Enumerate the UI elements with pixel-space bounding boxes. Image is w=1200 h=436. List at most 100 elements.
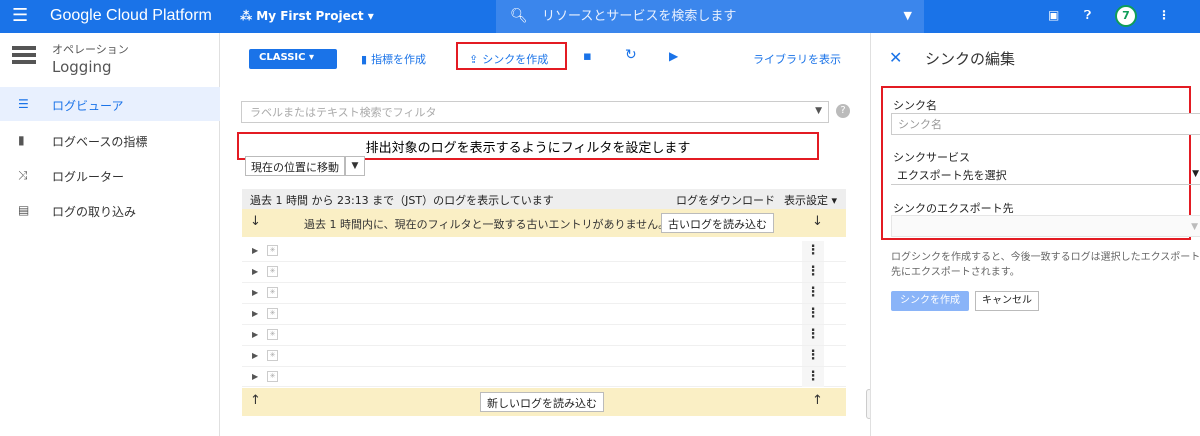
expand-icon[interactable]: ▶ [252, 288, 258, 297]
expand-icon[interactable]: ▶ [252, 330, 258, 339]
chevron-down-icon[interactable]: ▼ [815, 106, 822, 116]
help-icon[interactable]: ❓︎ [1084, 8, 1091, 23]
close-icon[interactable]: ✕ [889, 48, 902, 67]
section-title: Logging [52, 58, 112, 76]
goto-now-button[interactable]: 現在の位置に移動 [245, 156, 345, 176]
sink-description: ログシンクを作成すると、今後一致するログは選択したエクスポート先にエクスポートさ… [891, 252, 1200, 278]
sink-destination-select[interactable]: ▼ [891, 215, 1200, 237]
arrow-down-icon: ↓ [812, 214, 823, 229]
panel-title: シンクの編集 [925, 50, 1016, 68]
log-row[interactable]: ▶ ✳ ⋮ [242, 367, 846, 387]
hamburger-menu-icon[interactable]: ☰ [12, 7, 28, 25]
sidebar-item-log-router[interactable]: ⤨ ログルーター [0, 158, 220, 192]
severity-icon: ✳ [267, 329, 278, 340]
log-row[interactable]: ▶ ✳ ⋮ [242, 241, 846, 262]
cloud-shell-icon[interactable]: ▣ [1048, 8, 1059, 22]
main-content: CLASSIC ▾ ▮ 指標を作成 ⇪ シンクを作成 ▪ ↻ ▶ ライブラリを表示 … [221, 33, 872, 436]
create-metric-button[interactable]: ▮ 指標を作成 [361, 51, 426, 67]
chevron-down-icon[interactable]: ▼ [904, 9, 912, 22]
more-vert-icon[interactable]: ⋮ [802, 262, 824, 282]
more-vert-icon[interactable]: ⋮ [802, 241, 824, 261]
edit-sink-panel: ✕ シンクの編集 シンク名 シンクサービス エクスポート先を選択▼ シンクのエク… [870, 33, 1200, 436]
cancel-button[interactable]: キャンセル [975, 291, 1039, 311]
create-sink-button[interactable]: ⇪ シンクを作成 [469, 51, 548, 67]
create-sink-label: シンクを作成 [482, 53, 549, 66]
upload-icon: ⇪ [469, 53, 479, 66]
display-settings-button[interactable]: 表示設定 ▾ [784, 192, 837, 208]
app-brand[interactable]: Google Cloud Platform [50, 7, 212, 25]
search-icon: 🔍︎ [510, 8, 528, 24]
annotation-text: 排出対象のログを表示するようにフィルタを設定します [365, 141, 691, 156]
more-vert-icon[interactable]: ⋮ [802, 325, 824, 345]
log-row[interactable]: ▶ ✳ ⋮ [242, 283, 846, 304]
sink-destination-label: シンクのエクスポート先 [893, 202, 1014, 215]
play-icon[interactable]: ▶ [669, 49, 678, 63]
log-row[interactable]: ▶ ✳ ⋮ [242, 304, 846, 325]
sidebar-item-log-ingestion[interactable]: ▤ ログの取り込み [0, 193, 220, 227]
logging-icon [12, 46, 36, 70]
expand-icon[interactable]: ▶ [252, 372, 258, 381]
filter-bar[interactable]: ▼ [241, 101, 829, 123]
load-old-logs-button[interactable]: 古いログを読み込む [661, 213, 774, 233]
chevron-down-icon: ▼ [1191, 222, 1198, 232]
severity-icon: ✳ [267, 371, 278, 382]
severity-icon: ✳ [267, 308, 278, 319]
new-logs-banner: ↑ 新しいログを読み込む ↑ [242, 388, 846, 416]
sidebar-item-logs-viewer[interactable]: ☰ ログビューア [0, 87, 220, 121]
project-selector[interactable]: ⁂ My First Project ▾ [240, 9, 374, 23]
display-settings-label: 表示設定 [784, 194, 828, 207]
classic-label: CLASSIC [259, 52, 306, 63]
sidebar-item-label: ログルーター [52, 170, 125, 184]
help-icon[interactable]: ? [836, 104, 850, 118]
list-icon: ☰ [18, 97, 29, 111]
sink-name-label: シンク名 [893, 99, 937, 112]
old-logs-banner: ↓ 過去 1 時間内に、現在のフィルタと一致する古いエントリがありません。 古い… [242, 209, 846, 237]
download-logs-link[interactable]: ログをダウンロード [676, 192, 775, 208]
more-vert-icon[interactable]: ⋮ [1158, 8, 1170, 22]
more-vert-icon[interactable]: ⋮ [802, 346, 824, 366]
shuffle-icon: ⤨ [18, 168, 28, 182]
refresh-icon[interactable]: ↻ [625, 47, 637, 63]
top-app-bar: ☰ Google Cloud Platform ⁂ My First Projec… [0, 0, 1200, 33]
classic-dropdown-button[interactable]: CLASSIC ▾ [249, 49, 337, 69]
goto-dropdown-button[interactable]: ▼ [345, 156, 365, 176]
load-new-logs-button[interactable]: 新しいログを読み込む [480, 392, 604, 412]
log-panel: 過去 1 時間 から 23:13 まで（JST）のログを表示しています ログをダ… [242, 189, 846, 417]
sink-name-input[interactable] [898, 118, 1188, 131]
sink-service-value: エクスポート先を選択 [897, 169, 1007, 182]
expand-icon[interactable]: ▶ [252, 267, 258, 276]
sink-service-select[interactable]: エクスポート先を選択 ▼ [891, 163, 1200, 185]
old-logs-message: 過去 1 時間内に、現在のフィルタと一致する古いエントリがありません。 [304, 218, 670, 231]
avatar[interactable]: 7 [1115, 5, 1137, 27]
expand-icon[interactable]: ▶ [252, 246, 258, 255]
arrow-up-icon: ↑ [250, 393, 261, 408]
search-input[interactable] [542, 7, 872, 25]
save-icon[interactable]: ▪ [583, 49, 592, 64]
bar-chart-icon: ▮ [361, 53, 368, 66]
expand-icon[interactable]: ▶ [252, 351, 258, 360]
sidebar: オペレーション Logging ☰ ログビューア ▮ ログベースの指標 ⤨ ログ… [0, 33, 220, 436]
sidebar-item-log-metrics[interactable]: ▮ ログベースの指標 [0, 123, 220, 157]
log-header: 過去 1 時間 から 23:13 まで（JST）のログを表示しています ログをダ… [242, 189, 846, 209]
severity-icon: ✳ [267, 245, 278, 256]
storage-icon: ▤ [18, 203, 30, 217]
library-link[interactable]: ライブラリを表示 [753, 51, 841, 67]
log-row[interactable]: ▶ ✳ ⋮ [242, 325, 846, 346]
create-sink-submit-button[interactable]: シンクを作成 [891, 291, 969, 311]
bar-chart-icon: ▮ [18, 133, 25, 147]
filter-input[interactable] [250, 105, 810, 119]
sink-name-field[interactable] [891, 113, 1200, 135]
section-sup: オペレーション [52, 43, 129, 56]
more-vert-icon[interactable]: ⋮ [802, 283, 824, 303]
log-row[interactable]: ▶ ✳ ⋮ [242, 346, 846, 367]
severity-icon: ✳ [267, 266, 278, 277]
arrow-up-icon: ↑ [812, 393, 823, 408]
log-range-text: 過去 1 時間 から 23:13 まで（JST）のログを表示しています [250, 194, 554, 207]
log-row[interactable]: ▶ ✳ ⋮ [242, 262, 846, 283]
more-vert-icon[interactable]: ⋮ [802, 367, 824, 387]
search-bar[interactable]: 🔍︎ ▼ [496, 0, 924, 33]
more-vert-icon[interactable]: ⋮ [802, 304, 824, 324]
sidebar-item-label: ログベースの指標 [52, 135, 148, 149]
project-name: My First Project [256, 9, 364, 23]
expand-icon[interactable]: ▶ [252, 309, 258, 318]
